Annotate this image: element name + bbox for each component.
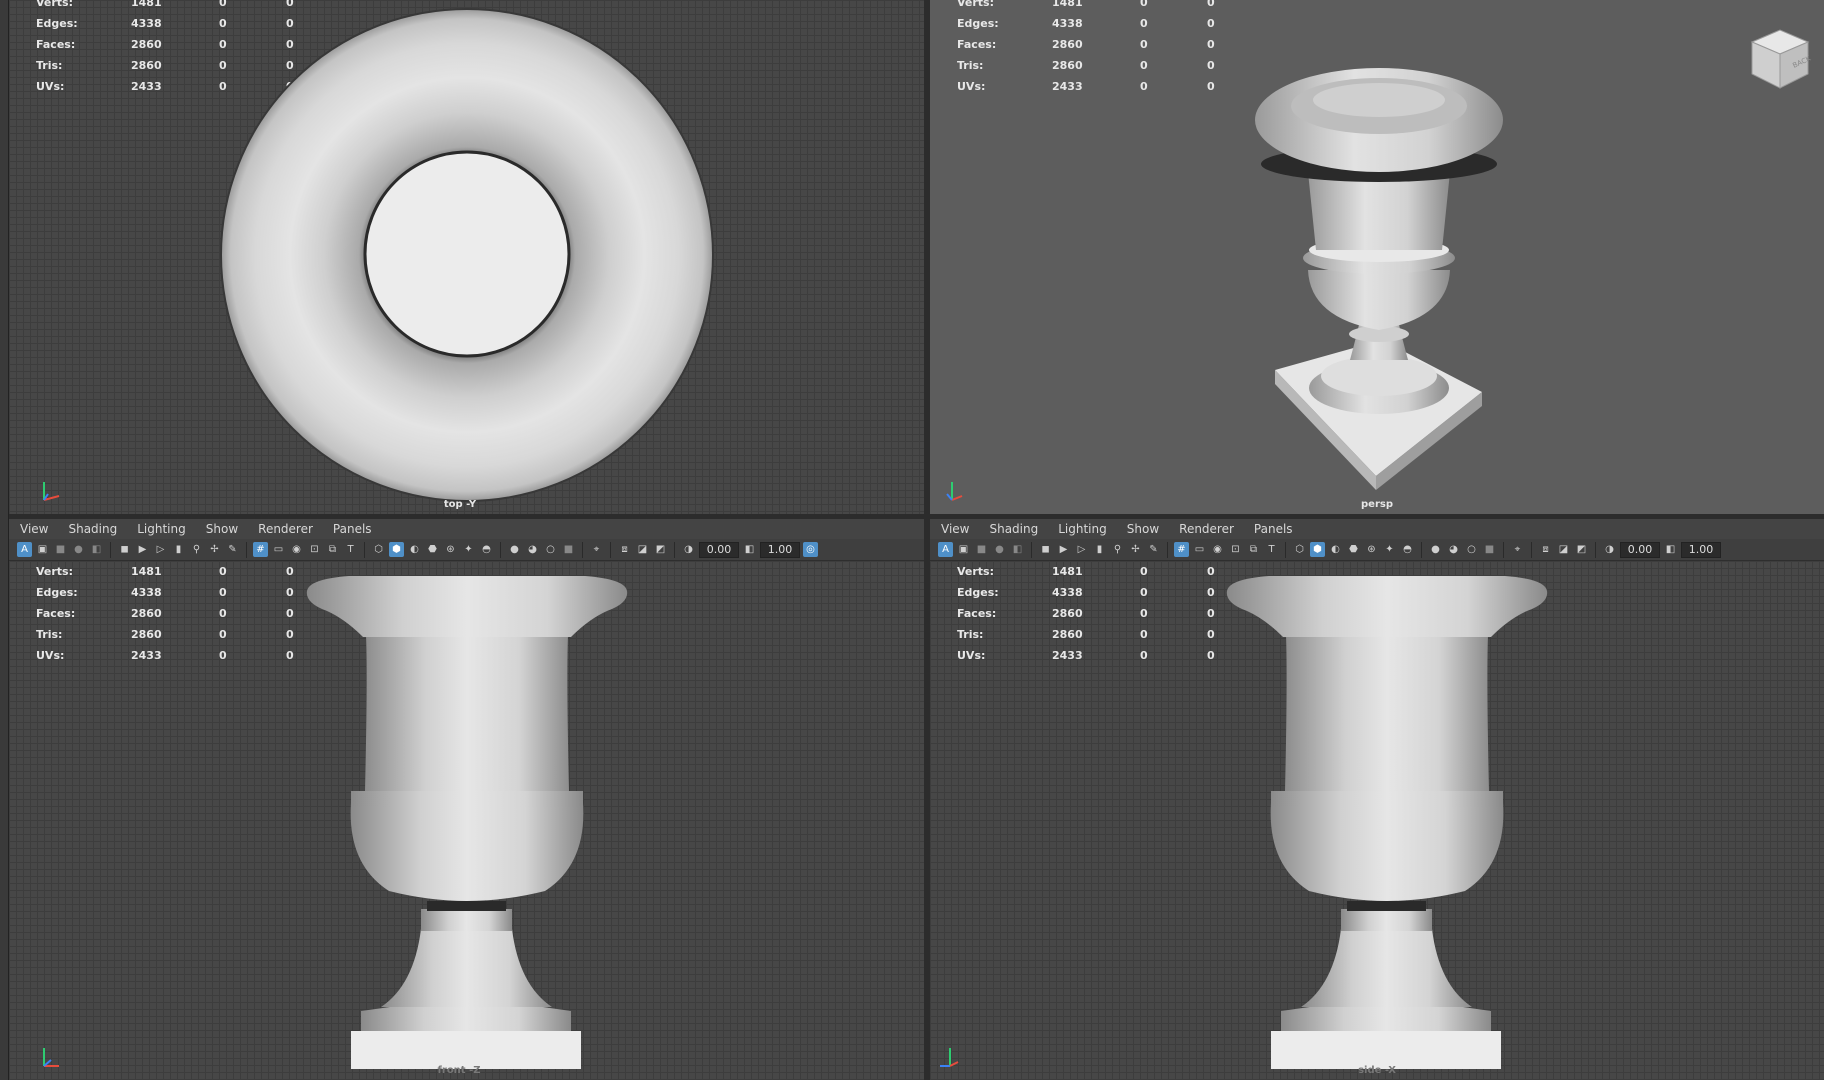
- axis-gizmo: [43, 1048, 59, 1067]
- axis-gizmo: [43, 482, 60, 501]
- left-strip: [0, 0, 9, 1080]
- camera-label: side -X: [1358, 1065, 1396, 1076]
- camera-label: persp: [1361, 499, 1393, 510]
- axis-gizmo: [940, 1048, 959, 1067]
- camera-label: top -Y: [443, 499, 477, 510]
- viewport-persp[interactable]: Verts: 1481 0 0 Edges: 4338 0 0 Faces: 2860 0 0 T…: [930, 0, 1824, 514]
- urn-persp-model[interactable]: [930, 0, 1824, 514]
- maya-app: Verts: 1481 0 0 Edges: 4338 0 0 Faces: 2860 0 0 T…: [0, 0, 1824, 1080]
- viewport-front[interactable]: View Shading Lighting Show Renderer Pane…: [9, 519, 924, 1080]
- urn-side-model[interactable]: [930, 519, 1824, 1080]
- urn-top-model[interactable]: [9, 0, 924, 514]
- viewport-side[interactable]: View Shading Lighting Show Renderer Pane…: [930, 519, 1824, 1080]
- viewcube-icon[interactable]: BACK: [1742, 22, 1812, 94]
- camera-label: front -Z: [437, 1065, 481, 1076]
- axis-gizmo: [946, 482, 963, 501]
- pane-divider-horizontal[interactable]: [9, 514, 1824, 519]
- pane-divider-vertical[interactable]: [924, 0, 930, 1080]
- viewport-top[interactable]: Verts: 1481 0 0 Edges: 4338 0 0 Faces: 2860 0 0 T…: [9, 0, 924, 514]
- urn-front-model[interactable]: [9, 519, 924, 1080]
